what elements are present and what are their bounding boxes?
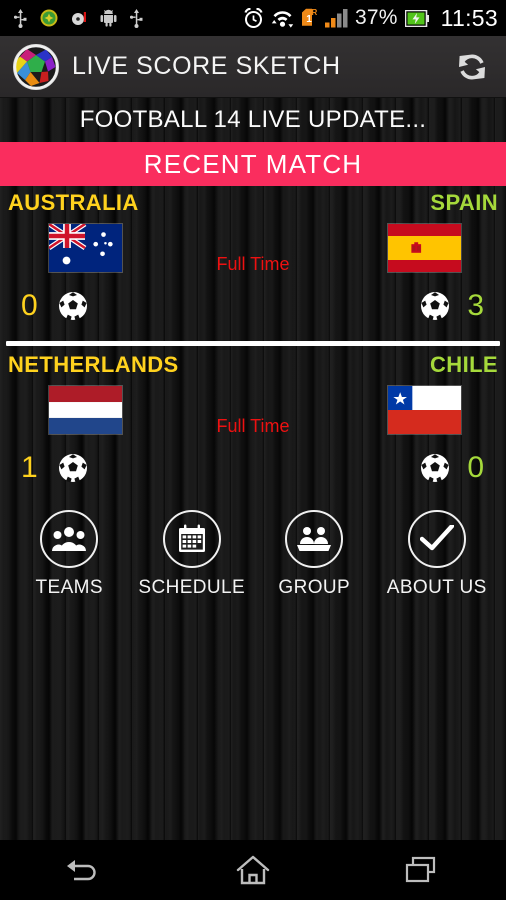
- status-bar-left-icons: [13, 8, 143, 28]
- colored-soccer-ball-logo: [12, 43, 60, 91]
- media-disc-icon: [71, 9, 87, 27]
- match-row[interactable]: NETHERLANDS CHILE Full Time 1 0: [0, 348, 506, 500]
- recent-match-banner: RECENT MATCH: [0, 142, 506, 186]
- soccer-ball-icon: [58, 453, 88, 483]
- main-menu-row: TEAMS SCHEDULE GROUP ABOUT US: [0, 510, 506, 599]
- usb-icon: [13, 8, 27, 28]
- signal-bars-icon: [325, 8, 348, 28]
- match-row[interactable]: AUSTRALIA SPAIN Full Time 0 3: [0, 186, 506, 338]
- menu-item-schedule[interactable]: SCHEDULE: [136, 510, 248, 599]
- people-group-icon: [40, 510, 99, 568]
- chile-flag: [387, 385, 462, 435]
- app-content-area: FOOTBALL 14 LIVE UPDATE... RECENT MATCH …: [0, 98, 506, 840]
- home-team-name: AUSTRALIA: [8, 190, 139, 215]
- home-team-name: NETHERLANDS: [8, 352, 179, 377]
- clock-label: 11:53: [440, 4, 498, 31]
- phone-screen: 1 R 37% 11:53 LIVE SCORE SKETCH FOOTBALL…: [0, 0, 506, 900]
- recent-match-label: RECENT MATCH: [143, 148, 363, 179]
- soccer-ball-icon: [420, 291, 450, 321]
- home-team-score: 1: [21, 451, 38, 484]
- wifi-transfer-icon: [271, 9, 294, 28]
- usb-icon: [129, 8, 143, 28]
- green-badge-icon: [40, 9, 58, 27]
- away-team-name: SPAIN: [430, 190, 498, 215]
- home-team-score: 0: [21, 289, 38, 322]
- menu-item-teams[interactable]: TEAMS: [13, 510, 125, 599]
- sim-card-1-roaming-icon: 1 R: [301, 8, 318, 29]
- android-navigation-bar: [0, 840, 506, 900]
- recent-apps-icon[interactable]: [377, 844, 467, 896]
- android-status-bar: 1 R 37% 11:53: [0, 0, 506, 36]
- group-table-icon: [285, 510, 344, 568]
- menu-item-about-us[interactable]: ABOUT US: [381, 510, 493, 599]
- svg-text:R: R: [312, 8, 318, 17]
- spain-flag: [387, 223, 462, 273]
- battery-percent-label: 37%: [355, 6, 398, 29]
- menu-label-schedule: SCHEDULE: [138, 577, 246, 598]
- away-team-name: CHILE: [430, 352, 498, 377]
- app-title: LIVE SCORE SKETCH: [72, 52, 341, 80]
- status-bar-right-icons: 1 R 37% 11:53: [243, 5, 498, 32]
- android-robot-icon: [100, 9, 117, 27]
- app-header-bar: LIVE SCORE SKETCH: [0, 36, 506, 98]
- menu-label-about-us: ABOUT US: [386, 577, 487, 598]
- battery-charging-icon: [404, 9, 429, 27]
- back-arrow-icon[interactable]: [39, 844, 129, 896]
- away-team-score: 3: [467, 289, 484, 322]
- refresh-icon[interactable]: [452, 47, 492, 87]
- checkmark-icon: [407, 510, 466, 568]
- headline-text: FOOTBALL 14 LIVE UPDATE...: [79, 106, 427, 133]
- menu-item-group[interactable]: GROUP: [258, 510, 370, 599]
- soccer-ball-icon: [58, 291, 88, 321]
- soccer-ball-icon: [420, 453, 450, 483]
- home-icon[interactable]: [208, 844, 298, 896]
- away-team-score: 0: [467, 451, 484, 484]
- match-divider: [6, 341, 500, 346]
- calendar-icon: [162, 510, 221, 568]
- menu-label-group: GROUP: [278, 577, 351, 598]
- menu-label-teams: TEAMS: [35, 577, 103, 598]
- alarm-clock-icon: [243, 7, 264, 29]
